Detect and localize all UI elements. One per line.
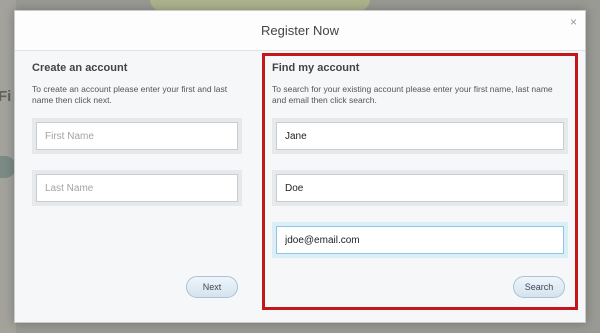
create-account-heading: Create an account <box>32 62 128 74</box>
background-partial-heading: Fi <box>0 88 12 105</box>
find-first-name-wrap <box>272 118 568 154</box>
next-button[interactable]: Next <box>186 276 238 298</box>
first-name-field-wrap <box>32 118 242 154</box>
create-first-name-input[interactable] <box>36 122 238 150</box>
find-account-heading: Find my account <box>272 62 360 74</box>
find-account-description: To search for your existing account plea… <box>272 84 553 105</box>
find-account-section: Find my account To search for your exist… <box>272 62 568 274</box>
find-last-name-input[interactable] <box>276 174 564 202</box>
find-last-name-wrap <box>272 170 568 206</box>
create-account-section: Create an account To create an account p… <box>32 62 242 222</box>
modal-title: Register Now <box>260 23 340 38</box>
last-name-field-wrap <box>32 170 242 206</box>
close-icon[interactable]: × <box>570 15 577 29</box>
find-first-name-input[interactable] <box>276 122 564 150</box>
modal-header: Register Now × <box>15 11 585 51</box>
search-button[interactable]: Search <box>513 276 565 298</box>
find-email-wrap <box>272 222 568 258</box>
create-last-name-input[interactable] <box>36 174 238 202</box>
find-email-input[interactable] <box>276 226 564 254</box>
create-account-description: To create an account please enter your f… <box>32 84 228 105</box>
